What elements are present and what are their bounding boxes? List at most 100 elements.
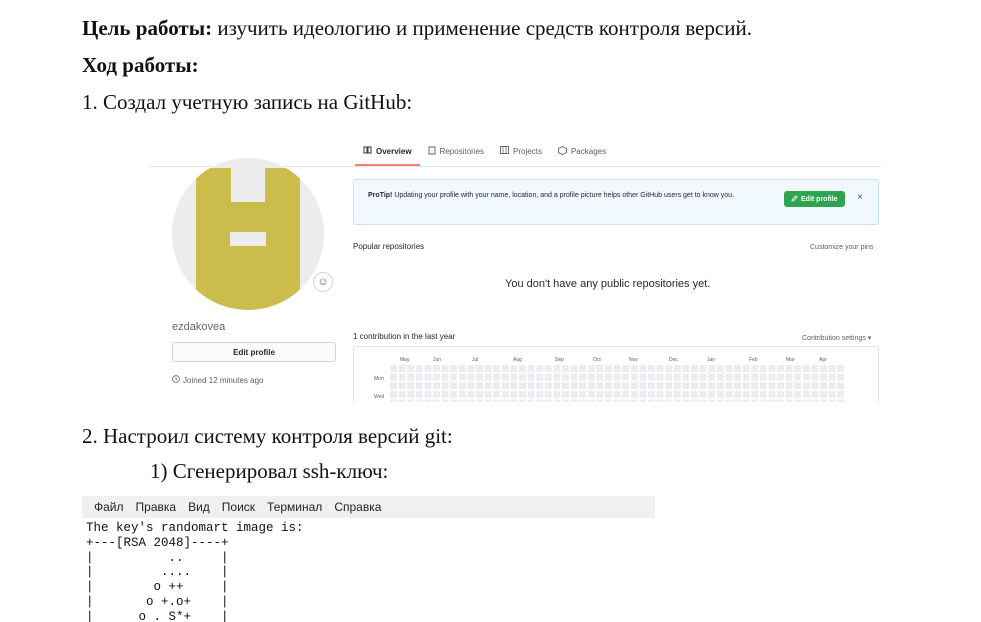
contribution-day-cell [501,373,509,381]
contribution-day-cell [458,373,466,381]
contribution-day-cell [484,382,492,390]
contribution-day-cell [802,399,810,402]
menu-terminal[interactable]: Терминал [267,500,322,514]
contribution-day-cell [725,382,733,390]
package-icon [558,145,567,157]
month-label: Dec [669,357,678,363]
contribution-day-cell [415,399,423,402]
contribution-day-cell [510,382,518,390]
contribution-day-cell [751,390,759,398]
contribution-day-cell [605,373,612,381]
month-label: Nov [629,357,638,363]
contribution-day-cell [493,390,501,398]
contribution-day-cell [467,365,475,372]
contribution-day-cell [450,382,458,390]
step-2-text: 2. Настроил систему контроля версий git: [82,424,453,448]
menu-help[interactable]: Справка [334,500,381,514]
contribution-day-cell [553,390,561,398]
terminal-output: The key's randomart image is: +---[RSA 20… [86,521,304,622]
contribution-day-cell [751,399,759,402]
username: ezdakovea [172,321,226,333]
contribution-day-cell [587,373,595,381]
contribution-day-cell [613,382,621,390]
menu-edit[interactable]: Правка [136,500,177,514]
contribution-day-cell [587,399,595,402]
contribution-day-cell [656,399,664,402]
contribution-day-cell [476,373,483,381]
menu-view[interactable]: Вид [188,500,210,514]
joined-text: Joined 12 minutes ago [183,375,264,385]
contribution-day-cell [648,373,655,381]
profile-tabs: Overview Repositories Projects Packages [355,138,614,166]
contribution-day-cell [785,382,793,390]
contribution-day-cell [820,373,827,381]
contribution-day-cell [596,373,604,381]
contribution-day-cell [837,399,845,402]
contribution-day-cell [622,399,630,402]
tab-repositories[interactable]: Repositories [420,138,492,164]
terminal-screenshot: Файл Правка Вид Поиск Терминал Справка T… [82,496,655,622]
contribution-day-cell [493,399,501,402]
contribution-day-cell [820,365,827,372]
set-status-icon[interactable]: ☺ [313,272,333,292]
contribution-day-cell [544,373,552,381]
contribution-day-cell [777,373,784,381]
contribution-day-cell [458,382,466,390]
contribution-day-cell [656,365,664,372]
tab-overview[interactable]: Overview [355,138,420,166]
contribution-day-cell [802,365,810,372]
contribution-day-cell [433,399,440,402]
close-icon[interactable]: × [857,192,863,203]
contribution-settings-dropdown[interactable]: Contribution settings ▾ [802,334,871,342]
contribution-day-cell [734,373,741,381]
contribution-day-cell [768,390,776,398]
contribution-day-cell [605,390,612,398]
contribution-day-cell [390,390,397,398]
menu-file[interactable]: Файл [94,500,124,514]
pencil-icon [791,194,798,204]
book-icon [363,146,372,156]
contribution-day-cell [544,382,552,390]
contribution-day-cell [682,365,690,372]
contribution-day-cell [398,373,406,381]
terminal-line: +---[RSA 2048]----+ [86,535,229,550]
contribution-day-cell [759,373,767,381]
contribution-day-cell [415,382,423,390]
contribution-day-cell [673,382,681,390]
contribution-day-cell [613,390,621,398]
avatar[interactable] [172,158,324,310]
contribution-day-cell [544,365,552,372]
edit-profile-button[interactable]: Edit profile [172,342,336,362]
contribution-day-cell [424,365,432,372]
contribution-day-cell [811,365,819,372]
contribution-day-cell [734,390,741,398]
contribution-day-cell [725,373,733,381]
goal-text: изучить идеологию и применение средств к… [212,16,752,40]
tab-packages[interactable]: Packages [550,138,614,164]
contribution-day-cell [587,390,595,398]
contribution-day-cell [407,365,415,372]
customize-pins-link[interactable]: Customize your pins [810,244,873,251]
contribution-day-cell [630,399,638,402]
protip-edit-profile-button[interactable]: Edit profile [784,191,845,207]
tab-overview-label: Overview [376,146,412,156]
contribution-day-cell [544,399,552,402]
menu-search[interactable]: Поиск [222,500,255,514]
contribution-day-cell [785,365,793,372]
contribution-day-cell [553,373,561,381]
contribution-day-cell [613,399,621,402]
contribution-day-cell [441,365,449,372]
contribution-day-cell [768,365,776,372]
contribution-day-cell [398,399,406,402]
terminal-line: | o +.o+ | [86,594,229,609]
contribution-day-cell [734,365,741,372]
progress-heading: Ход работы: [82,53,199,77]
tab-projects[interactable]: Projects [492,138,550,164]
contribution-day-cell [476,390,483,398]
day-label: Wed [374,394,385,400]
contribution-day-cell [527,390,535,398]
contribution-day-cell [639,373,647,381]
contribution-day-cell [527,365,535,372]
contribution-day-cell [605,399,612,402]
contribution-day-cell [450,373,458,381]
